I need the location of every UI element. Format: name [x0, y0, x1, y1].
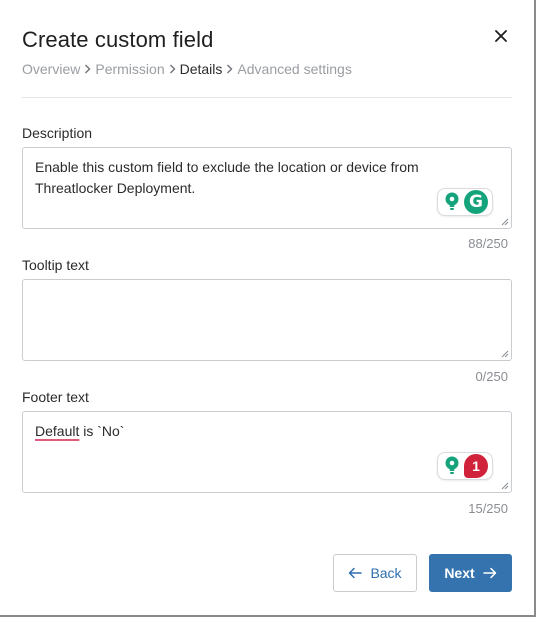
- chevron-right-icon: [169, 64, 176, 74]
- next-button[interactable]: Next: [429, 554, 512, 592]
- arrow-right-icon: [482, 567, 496, 579]
- description-label: Description: [22, 125, 93, 141]
- arrow-left-icon: [349, 567, 363, 579]
- resize-handle-icon[interactable]: [501, 218, 509, 226]
- footer-text: is `No`: [79, 423, 125, 439]
- tooltip-textarea[interactable]: [22, 279, 512, 361]
- breadcrumb-overview[interactable]: Overview: [22, 61, 80, 77]
- breadcrumb-details: Details: [179, 61, 223, 77]
- tooltip-label: Tooltip text: [22, 257, 89, 273]
- grammar-g-icon[interactable]: G: [464, 190, 488, 214]
- resize-handle-icon[interactable]: [501, 350, 509, 358]
- header-divider: [22, 97, 512, 98]
- dialog-title: Create custom field: [22, 27, 214, 52]
- description-counter: 88/250: [468, 236, 508, 251]
- create-custom-field-dialog: Create custom field Overview Permission …: [0, 0, 536, 617]
- back-button-label: Back: [370, 565, 402, 581]
- breadcrumb: Overview Permission Details Advanced set…: [22, 61, 352, 77]
- grammar-assistant-widget[interactable]: G: [437, 188, 493, 216]
- next-button-label: Next: [444, 565, 475, 581]
- footer-label: Footer text: [22, 389, 89, 405]
- description-textarea[interactable]: Enable this custom field to exclude the …: [22, 147, 512, 229]
- footer-text-flagged-word[interactable]: Default: [35, 423, 79, 439]
- footer-textarea[interactable]: Default is `No` 1: [22, 411, 512, 493]
- description-text: Enable this custom field to exclude the …: [35, 159, 419, 196]
- chevron-right-icon: [226, 64, 233, 74]
- lightbulb-icon[interactable]: [443, 455, 461, 477]
- tooltip-counter: 0/250: [475, 369, 508, 384]
- grammar-assistant-widget[interactable]: 1: [437, 452, 493, 480]
- footer-counter: 15/250: [468, 501, 508, 516]
- breadcrumb-permission[interactable]: Permission: [95, 61, 164, 77]
- close-icon[interactable]: [490, 25, 512, 47]
- resize-handle-icon[interactable]: [501, 482, 509, 490]
- issue-count-badge[interactable]: 1: [464, 454, 488, 478]
- breadcrumb-advanced-settings[interactable]: Advanced settings: [237, 61, 351, 77]
- lightbulb-icon[interactable]: [443, 191, 461, 213]
- chevron-right-icon: [84, 64, 91, 74]
- back-button[interactable]: Back: [333, 554, 417, 592]
